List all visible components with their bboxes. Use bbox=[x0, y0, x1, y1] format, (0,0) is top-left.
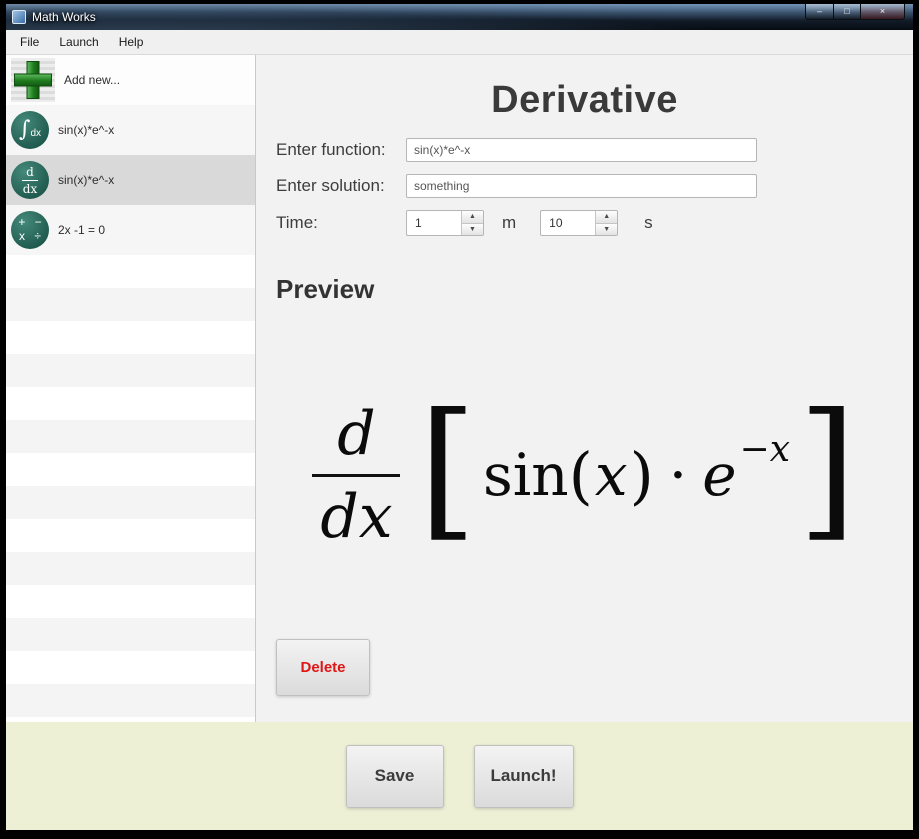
titlebar: Math Works – □ × bbox=[6, 4, 913, 30]
derivative-den: dx bbox=[22, 181, 38, 196]
sidebar-item-derivative[interactable]: d dx sin(x)*e^-x bbox=[6, 155, 255, 205]
sidebar-item-integral[interactable]: ∫ dx sin(x)*e^-x bbox=[6, 105, 255, 155]
sidebar-item-label: 2x -1 = 0 bbox=[58, 223, 106, 237]
seconds-down-button[interactable]: ▼ bbox=[596, 223, 618, 235]
time-label: Time: bbox=[276, 213, 318, 232]
add-new-icon bbox=[11, 58, 55, 102]
operators-row-1: + − bbox=[18, 215, 45, 230]
window-controls: – □ × bbox=[805, 4, 905, 20]
sidebar-item-label: sin(x)*e^-x bbox=[58, 173, 115, 187]
minutes-spinner[interactable]: 1 ▲ ▼ bbox=[406, 210, 484, 236]
seconds-value: 10 bbox=[549, 216, 563, 230]
save-button[interactable]: Save bbox=[345, 744, 444, 808]
sidebar-list: Add new... ∫ dx sin(x)*e^-x d dx sin(x)*… bbox=[6, 55, 256, 722]
delete-button[interactable]: Delete bbox=[276, 639, 370, 696]
left-bracket: [ bbox=[418, 382, 477, 556]
close-icon: × bbox=[879, 6, 886, 16]
maximize-icon: □ bbox=[844, 6, 850, 16]
menu-item-launch[interactable]: Launch bbox=[49, 30, 108, 54]
seconds-up-button[interactable]: ▲ bbox=[596, 211, 618, 224]
sidebar-item-label: sin(x)*e^-x bbox=[58, 123, 115, 137]
chevron-down-icon: ▼ bbox=[603, 225, 611, 233]
minutes-value: 1 bbox=[415, 216, 422, 230]
menu-item-file[interactable]: File bbox=[10, 30, 49, 54]
app-icon bbox=[12, 10, 26, 24]
sin-function: sin bbox=[482, 441, 569, 509]
integral-symbol: ∫ bbox=[18, 117, 31, 142]
footer-bar: Save Launch! bbox=[6, 722, 913, 830]
add-new-label: Add new... bbox=[64, 73, 121, 87]
fraction-denominator: dx bbox=[320, 481, 393, 552]
solution-row: Enter solution: bbox=[276, 174, 893, 198]
chevron-down-icon: ▼ bbox=[469, 225, 476, 233]
formula-preview: d dx [ sin ( x ) · e −x ] bbox=[256, 394, 913, 552]
e-exponent: −x bbox=[739, 428, 791, 470]
multiplication-dot: · bbox=[668, 441, 688, 509]
solution-input[interactable] bbox=[406, 174, 757, 198]
sidebar-item-add-new[interactable]: Add new... bbox=[6, 55, 255, 105]
right-paren: ) bbox=[629, 438, 654, 512]
sidebar-item-equation[interactable]: + − x ÷ 2x -1 = 0 bbox=[6, 205, 255, 255]
minutes-up-button[interactable]: ▲ bbox=[462, 211, 483, 224]
integral-dx-text: dx bbox=[30, 127, 42, 139]
e-base: e bbox=[702, 441, 737, 509]
seconds-unit-label: s bbox=[644, 213, 653, 232]
left-paren: ( bbox=[568, 438, 593, 512]
function-label: Enter function: bbox=[276, 140, 386, 159]
maximize-button[interactable]: □ bbox=[833, 4, 861, 20]
operators-icon: + − x ÷ bbox=[11, 211, 49, 249]
minutes-unit-label: m bbox=[502, 213, 517, 232]
menu-item-help[interactable]: Help bbox=[109, 30, 154, 54]
window-title: Math Works bbox=[32, 10, 96, 24]
chevron-up-icon: ▲ bbox=[603, 213, 611, 221]
time-row: Time: 1 ▲ ▼ m 10 ▲ ▼ s bbox=[276, 210, 893, 236]
minimize-icon: – bbox=[816, 6, 822, 16]
solution-label: Enter solution: bbox=[276, 176, 385, 195]
launch-button[interactable]: Launch! bbox=[473, 744, 574, 808]
page-title: Derivative bbox=[491, 79, 678, 121]
minimize-button[interactable]: – bbox=[805, 4, 834, 20]
fraction-numerator: d bbox=[337, 398, 376, 469]
app-window: Math Works – □ × File Launch Help Add ne… bbox=[6, 4, 913, 830]
empty-list-rows bbox=[6, 255, 255, 722]
preview-heading: Preview bbox=[276, 274, 375, 304]
seconds-spinner[interactable]: 10 ▲ ▼ bbox=[540, 210, 619, 236]
derivative-num: d bbox=[26, 164, 34, 179]
function-input[interactable] bbox=[406, 138, 757, 162]
close-button[interactable]: × bbox=[860, 4, 905, 20]
function-row: Enter function: bbox=[276, 138, 893, 162]
form: Enter function: Enter solution: Time: 1 … bbox=[276, 138, 893, 236]
operators-row-2: x ÷ bbox=[19, 229, 44, 243]
derivative-icon: d dx bbox=[11, 161, 49, 199]
chevron-up-icon: ▲ bbox=[469, 213, 476, 221]
content: Add new... ∫ dx sin(x)*e^-x d dx sin(x)*… bbox=[6, 55, 913, 722]
main-panel: Derivative Enter function: Enter solutio… bbox=[256, 55, 913, 722]
right-bracket: ] bbox=[798, 382, 857, 556]
menubar: File Launch Help bbox=[6, 30, 913, 55]
variable-x: x bbox=[594, 441, 628, 509]
integral-icon: ∫ dx bbox=[11, 111, 49, 149]
derivative-fraction-bar bbox=[22, 179, 38, 181]
minutes-down-button[interactable]: ▼ bbox=[462, 223, 483, 235]
d-dx-fraction: d dx bbox=[312, 398, 401, 552]
